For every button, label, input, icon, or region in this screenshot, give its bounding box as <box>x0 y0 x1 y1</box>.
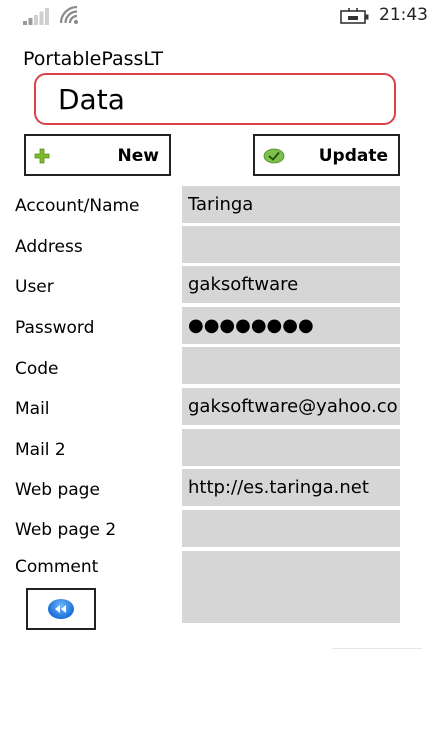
update-button-label: Update <box>318 146 388 166</box>
label-code: Code <box>15 359 59 379</box>
label-user: User <box>15 277 54 297</box>
plus-icon <box>34 148 50 164</box>
new-button-label: New <box>117 146 159 166</box>
web-page-field[interactable]: http://es.taringa.net <box>182 469 400 506</box>
user-field[interactable]: gaksoftware <box>182 266 400 303</box>
update-button[interactable]: Update <box>253 134 400 176</box>
password-field[interactable]: ●●●●●●●● <box>182 307 400 344</box>
status-bar: 21:43 <box>0 0 443 34</box>
new-button[interactable]: New <box>24 134 171 176</box>
wifi-icon <box>59 5 78 24</box>
divider <box>332 648 422 649</box>
code-field[interactable] <box>182 347 400 384</box>
page-title: Data <box>58 83 125 116</box>
account-name-field[interactable]: Taringa <box>182 186 400 223</box>
mail-field[interactable]: gaksoftware@yahoo.co <box>182 388 400 425</box>
back-button[interactable] <box>26 588 96 630</box>
label-address: Address <box>15 237 83 257</box>
signal-icon <box>23 8 49 25</box>
address-field[interactable] <box>182 226 400 263</box>
rewind-icon <box>48 599 74 619</box>
mail-2-field[interactable] <box>182 429 400 466</box>
page-header: Data <box>34 73 396 125</box>
web-page-2-field[interactable] <box>182 510 400 547</box>
label-comment: Comment <box>15 557 99 577</box>
label-password: Password <box>15 318 95 338</box>
battery-charging-icon <box>340 8 369 24</box>
label-mail: Mail <box>15 399 50 419</box>
label-web-page-2: Web page 2 <box>15 520 117 540</box>
label-mail-2: Mail 2 <box>15 440 66 460</box>
clock: 21:43 <box>379 5 428 25</box>
label-account-name: Account/Name <box>15 196 140 216</box>
comment-field[interactable] <box>182 551 400 623</box>
check-icon <box>263 148 285 164</box>
label-web-page: Web page <box>15 480 100 500</box>
app-title: PortablePassLT <box>23 48 163 70</box>
